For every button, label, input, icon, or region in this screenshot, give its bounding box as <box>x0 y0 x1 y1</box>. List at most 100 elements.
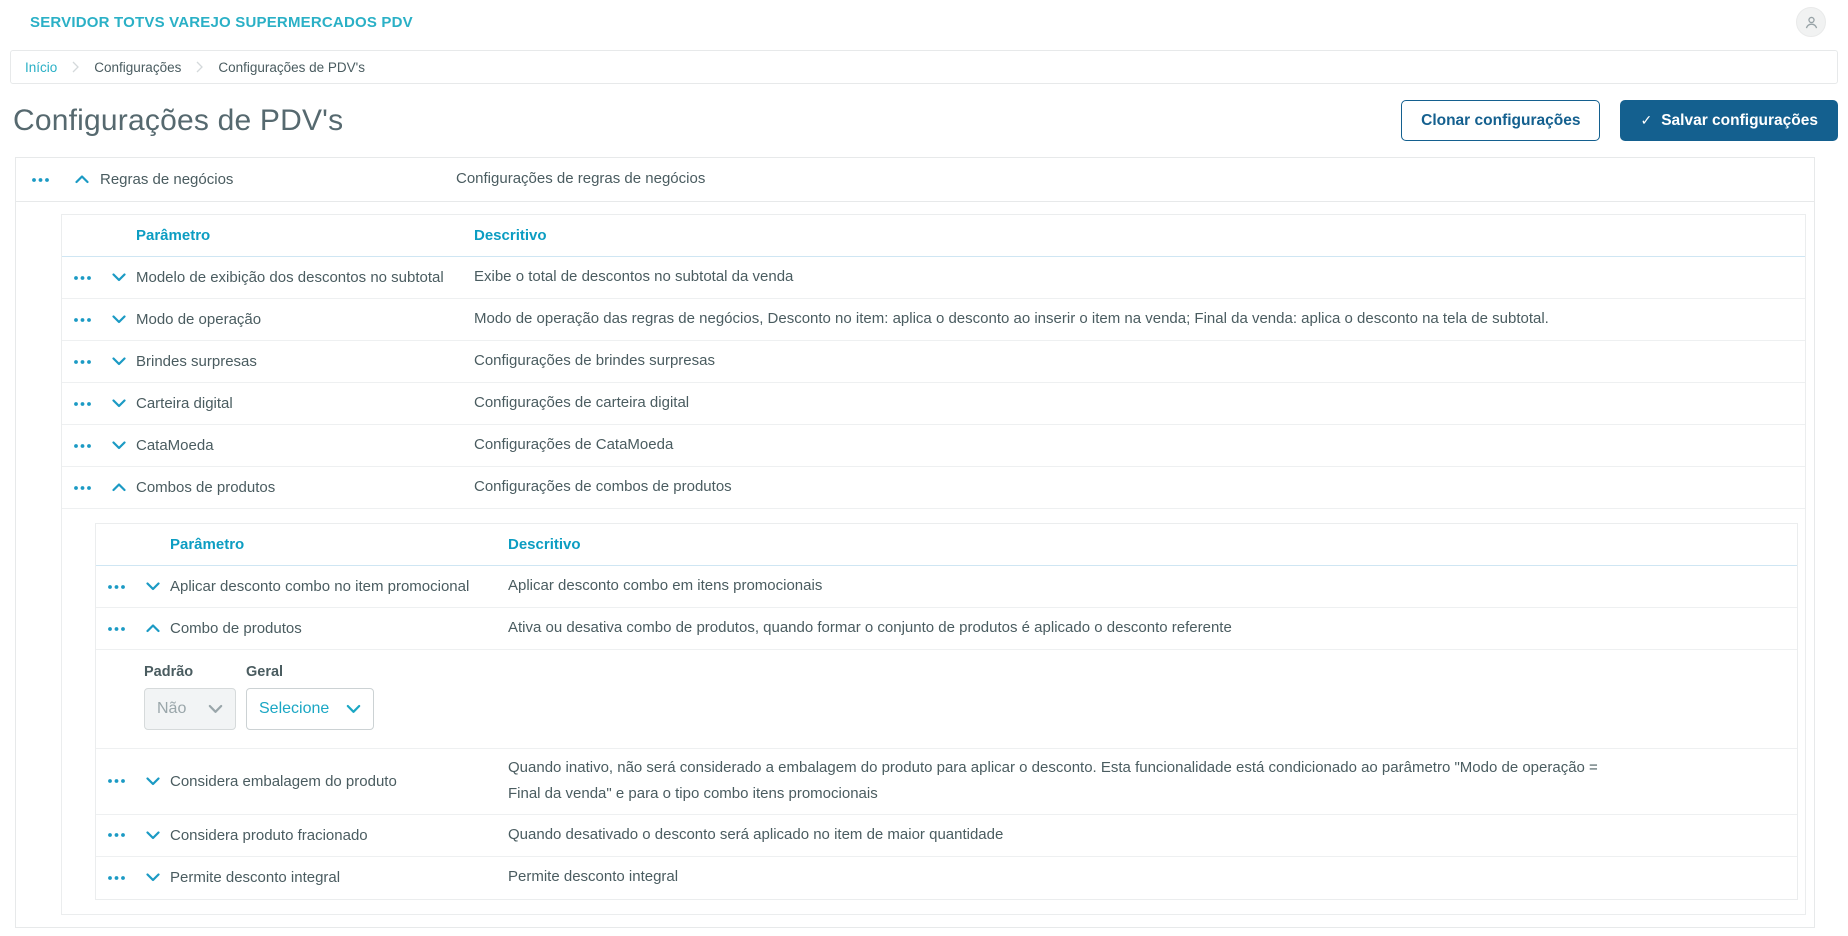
clone-config-label: Clonar configurações <box>1421 111 1581 129</box>
geral-select-value: Selecione <box>259 700 330 717</box>
row-desc: Quando inativo, não será considerado a e… <box>508 759 1598 803</box>
app-title: SERVIDOR TOTVS VAREJO SUPERMERCADOS PDV <box>30 13 413 31</box>
kebab-menu-icon <box>107 833 125 837</box>
app-window: SERVIDOR TOTVS VAREJO SUPERMERCADOS PDV … <box>0 0 1848 936</box>
expand-toggle[interactable] <box>102 341 136 382</box>
row-actions-button[interactable] <box>96 857 136 899</box>
expand-toggle[interactable] <box>136 857 170 899</box>
table-row-permite-desconto-integral: Permite desconto integral Permite descon… <box>96 857 1797 899</box>
row-param: Brindes surpresas <box>136 353 257 370</box>
row-actions-button[interactable] <box>62 257 102 298</box>
row-param: Modo de operação <box>136 311 262 328</box>
collapse-toggle[interactable] <box>102 467 136 508</box>
row-actions-button[interactable] <box>96 749 136 814</box>
expand-toggle[interactable] <box>102 383 136 424</box>
row-desc: Configurações de CataMoeda <box>474 436 674 454</box>
kebab-menu-icon <box>107 626 125 631</box>
column-header-parametro: Parâmetro <box>170 536 245 553</box>
row-actions-button[interactable] <box>96 566 136 607</box>
row-actions-button[interactable] <box>96 608 136 649</box>
kebab-menu-icon <box>107 584 125 589</box>
row-param: Combos de produtos <box>136 479 276 496</box>
combos-expanded-panel: Parâmetro Descritivo Aplicar desconto co… <box>62 509 1805 914</box>
row-actions-button[interactable] <box>62 341 102 382</box>
expand-toggle[interactable] <box>136 815 170 856</box>
avatar[interactable] <box>1796 7 1826 37</box>
expand-toggle[interactable] <box>102 299 136 340</box>
padrao-select: Não <box>144 688 236 730</box>
table-header: Parâmetro Descritivo <box>96 524 1797 566</box>
chevron-down-icon <box>112 357 126 366</box>
chevron-up-icon <box>75 175 89 184</box>
row-param: Considera produto fracionado <box>170 826 368 844</box>
row-desc: Configurações de brindes surpresas <box>474 352 715 370</box>
table-row-aplicar-desconto-combo: Aplicar desconto combo no item promocion… <box>96 566 1797 608</box>
collapse-toggle[interactable] <box>136 608 170 649</box>
chevron-down-icon <box>146 830 160 839</box>
combo-produtos-editor: Padrão Não Geral Selecione <box>96 650 1797 749</box>
collapse-toggle[interactable] <box>64 158 100 201</box>
row-desc: Modo de operação das regras de negócios,… <box>474 310 1549 328</box>
row-param: Aplicar desconto combo no item promocion… <box>170 578 470 595</box>
table-row-catamoeda: CataMoeda Configurações de CataMoeda <box>62 425 1805 467</box>
table-row-modo-operacao: Modo de operação Modo de operação das re… <box>62 299 1805 341</box>
header-actions: Clonar configurações ✓ Salvar configuraç… <box>1401 100 1838 141</box>
row-desc: Exibe o total de descontos no subtotal d… <box>474 268 794 286</box>
table-row-considera-embalagem: Considera embalagem do produto Quando in… <box>96 749 1797 815</box>
row-desc: Ativa ou desativa combo de produtos, qua… <box>508 619 1232 637</box>
kebab-menu-icon <box>107 875 125 880</box>
row-param: Modelo de exibição dos descontos no subt… <box>136 269 444 286</box>
chevron-right-icon <box>196 61 204 73</box>
column-header-parametro: Parâmetro <box>136 227 211 244</box>
breadcrumb-configuracoes[interactable]: Configurações <box>94 60 181 75</box>
chevron-down-icon <box>346 704 361 713</box>
row-actions-button[interactable] <box>62 383 102 424</box>
check-icon: ✓ <box>1640 112 1653 128</box>
chevron-down-icon <box>112 399 126 408</box>
combos-table: Parâmetro Descritivo Aplicar desconto co… <box>95 523 1798 900</box>
row-param: Considera embalagem do produto <box>170 772 397 790</box>
column-header-descritivo: Descritivo <box>508 536 581 553</box>
row-actions-button[interactable] <box>62 467 102 508</box>
kebab-menu-icon <box>107 779 125 784</box>
breadcrumb-inicio[interactable]: Início <box>25 60 57 75</box>
table-row-considera-fracionado: Considera produto fracionado Quando desa… <box>96 815 1797 857</box>
page-title: Configurações de PDV's <box>13 103 344 137</box>
expand-toggle[interactable] <box>102 425 136 466</box>
row-desc: Configurações de regras de negócios <box>456 170 706 188</box>
row-actions-button[interactable] <box>96 815 136 856</box>
row-actions-button[interactable] <box>16 158 64 201</box>
row-actions-button[interactable] <box>62 425 102 466</box>
config-table: Regras de negócios Configurações de regr… <box>15 157 1815 928</box>
kebab-menu-icon <box>73 443 91 448</box>
column-header-descritivo: Descritivo <box>474 227 547 244</box>
geral-select[interactable]: Selecione <box>246 688 374 730</box>
row-desc: Configurações de carteira digital <box>474 394 690 412</box>
chevron-down-icon <box>112 315 126 324</box>
expand-toggle[interactable] <box>102 257 136 298</box>
breadcrumb: Início Configurações Configurações de PD… <box>10 50 1838 84</box>
kebab-menu-icon <box>73 317 91 322</box>
row-desc: Permite desconto integral <box>508 868 679 886</box>
chevron-down-icon <box>112 441 126 450</box>
kebab-menu-icon <box>73 401 91 406</box>
row-param: Permite desconto integral <box>170 869 341 886</box>
row-param: Regras de negócios <box>100 171 234 188</box>
chevron-down-icon <box>146 582 160 591</box>
breadcrumb-current: Configurações de PDV's <box>218 59 365 75</box>
clone-config-button[interactable]: Clonar configurações <box>1401 100 1601 141</box>
row-desc: Quando desativado o desconto será aplica… <box>508 825 1004 843</box>
table-row-modelo-exibicao: Modelo de exibição dos descontos no subt… <box>62 257 1805 299</box>
chevron-down-icon <box>146 777 160 785</box>
row-param: Carteira digital <box>136 395 233 412</box>
chevron-down-icon <box>112 273 126 282</box>
regras-expanded-panel: Parâmetro Descritivo Modelo de exibição … <box>16 202 1814 927</box>
geral-label: Geral <box>246 664 284 680</box>
table-row-carteira-digital: Carteira digital Configurações de cartei… <box>62 383 1805 425</box>
row-param: Combo de produtos <box>170 620 302 637</box>
expand-toggle[interactable] <box>136 566 170 607</box>
save-config-button[interactable]: ✓ Salvar configurações <box>1620 100 1838 141</box>
row-actions-button[interactable] <box>62 299 102 340</box>
expand-toggle[interactable] <box>136 749 170 814</box>
save-config-label: Salvar configurações <box>1661 111 1818 129</box>
